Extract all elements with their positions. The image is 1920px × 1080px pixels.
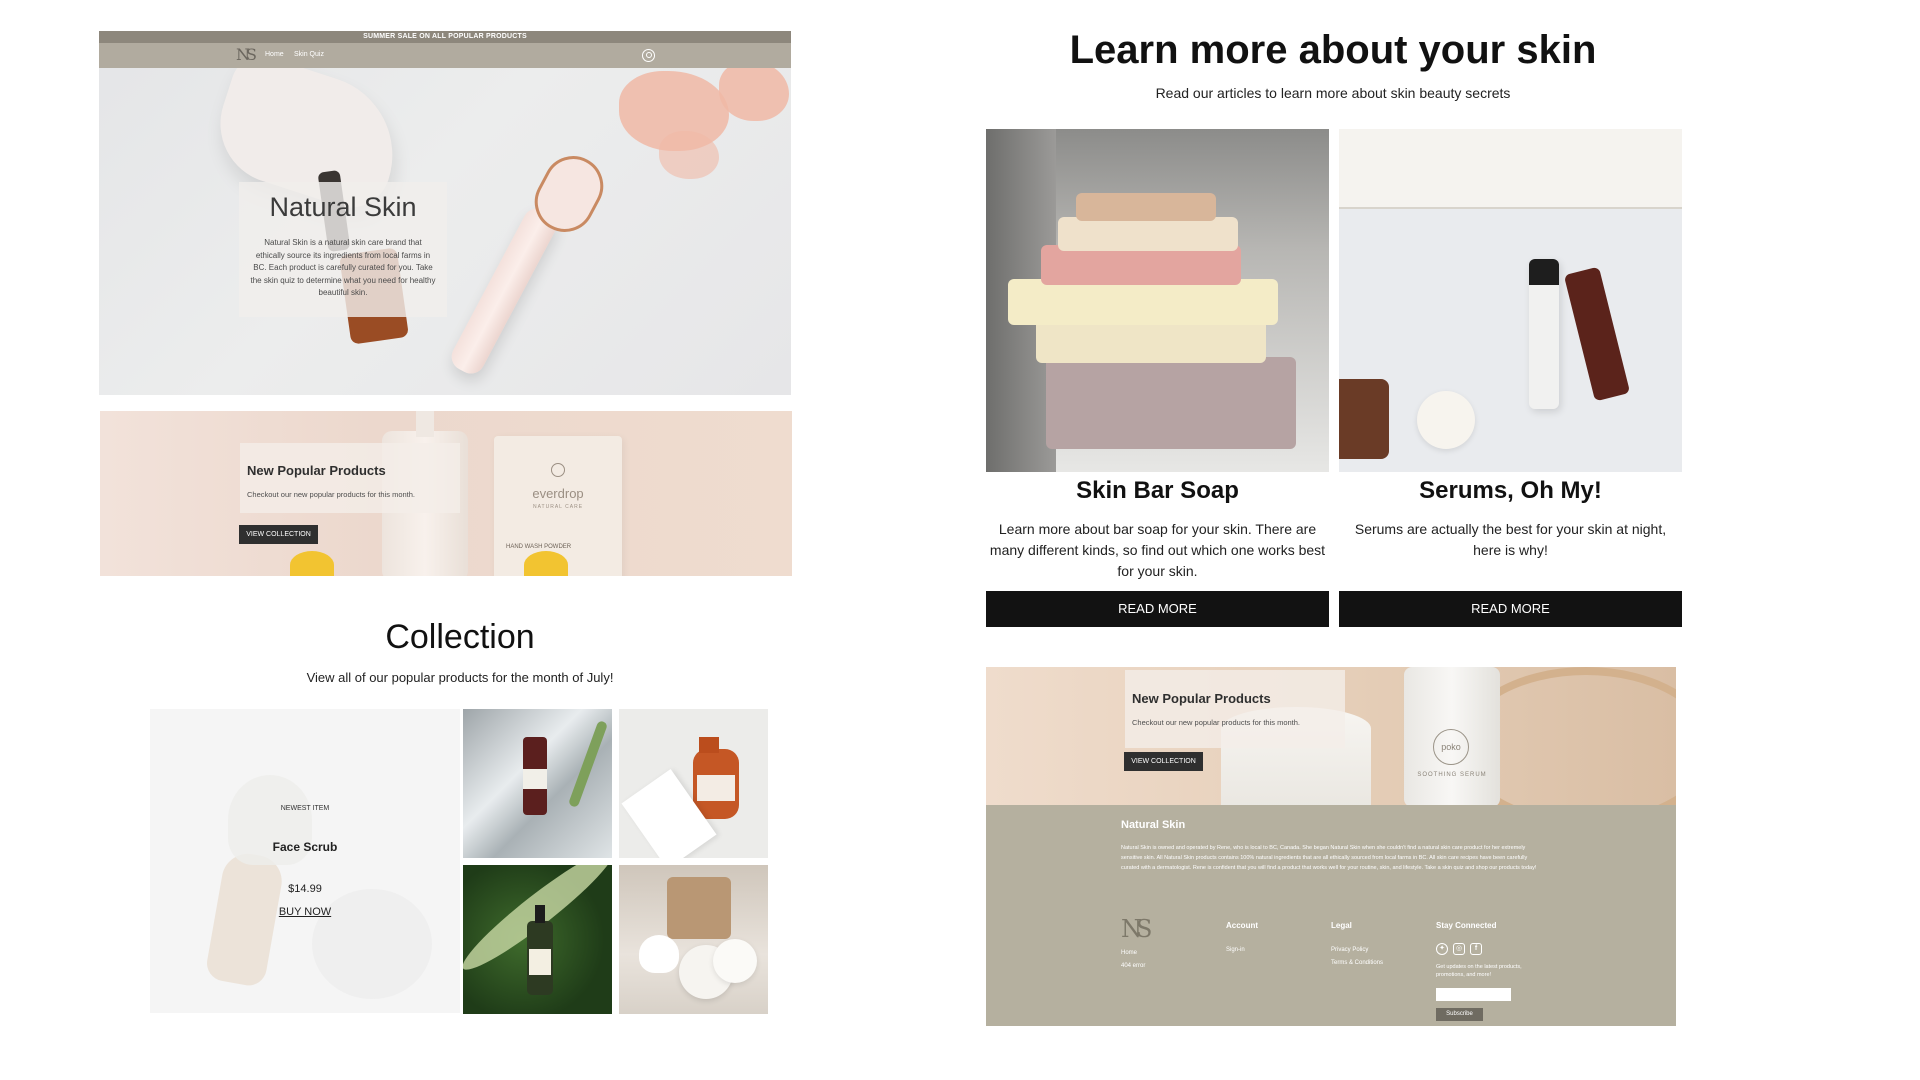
- bottle-label-image: [523, 769, 547, 789]
- soap-bar-image: [1041, 245, 1241, 285]
- pump-cap-image: [416, 411, 434, 437]
- newest-item-badge: NEWEST ITEM: [280, 805, 330, 812]
- footer-link-home[interactable]: Home: [1121, 950, 1137, 956]
- tube-brand: poko: [1433, 729, 1469, 765]
- soap-bar-image: [1046, 357, 1296, 449]
- product-name: Face Scrub: [272, 840, 338, 854]
- footer-link-signin[interactable]: Sign-in: [1226, 947, 1245, 953]
- soap-bar-image: [1058, 217, 1238, 251]
- product-price: $14.99: [288, 883, 322, 895]
- footer-link-404[interactable]: 404 error: [1121, 963, 1145, 969]
- article-text-serums: Serums are actually the best for your sk…: [1354, 521, 1667, 558]
- jar-image: [667, 877, 731, 939]
- twitter-icon[interactable]: ✦: [1436, 943, 1448, 955]
- promo-banner: SUMMER SALE ON ALL POPULAR PRODUCTS: [99, 31, 791, 43]
- popular-title: New Popular Products: [1132, 691, 1271, 706]
- view-collection-button[interactable]: VIEW COLLECTION: [1124, 752, 1203, 771]
- hero-section: SUMMER SALE ON ALL POPULAR PRODUCTS NS H…: [99, 31, 791, 395]
- soap-bar-image: [1008, 279, 1278, 325]
- article-text-soap: Learn more about bar soap for your skin.…: [989, 521, 1326, 579]
- article-image-soap[interactable]: [986, 129, 1329, 472]
- footer-heading-legal: Legal: [1331, 921, 1352, 930]
- book-image: [1339, 129, 1682, 209]
- dropper-cap-image: [535, 905, 545, 923]
- product-tile-amber-bottle[interactable]: [619, 709, 768, 858]
- lemon-image: [524, 551, 568, 576]
- cotton-pad-image: [1417, 391, 1475, 449]
- email-field[interactable]: [1436, 988, 1511, 1001]
- top-nav: NS Home Skin Quiz: [99, 43, 791, 68]
- collection-title: Collection: [385, 618, 535, 656]
- shaving-brush-image: [204, 849, 286, 989]
- account-icon[interactable]: [642, 49, 655, 62]
- serum-bottle-brown-image: [1563, 266, 1631, 402]
- facebook-icon[interactable]: f: [1470, 943, 1482, 955]
- compact-image: [1339, 379, 1389, 459]
- featured-product-card[interactable]: NEWEST ITEM Face Scrub $14.99 BUY NOW: [150, 709, 460, 1013]
- nav-link-skin-quiz[interactable]: Skin Quiz: [294, 51, 324, 58]
- hero-description: Natural Skin is a natural skin care bran…: [250, 238, 436, 297]
- footer-heading-connect: Stay Connected: [1436, 921, 1497, 930]
- popular-products-banner: poko SOOTHING SERUM New Popular Products…: [986, 667, 1676, 805]
- footer-link-privacy[interactable]: Privacy Policy: [1331, 947, 1368, 953]
- serum-tube-image: poko SOOTHING SERUM: [1404, 667, 1500, 805]
- footer-heading-account: Account: [1226, 921, 1258, 930]
- popular-text: Checkout our new popular products for th…: [1132, 718, 1301, 727]
- footer-about: Natural Skin is owned and operated by Re…: [1121, 845, 1537, 871]
- bottle-cap-image: [699, 737, 719, 753]
- footer-logo[interactable]: NS: [1121, 915, 1153, 943]
- articles-title: Learn more about your skin: [1069, 28, 1597, 72]
- popular-card: New Popular Products Checkout our new po…: [1125, 670, 1345, 748]
- soap-bar-image: [1076, 193, 1216, 221]
- popular-card: New Popular Products Checkout our new po…: [240, 443, 460, 513]
- leaf-image: [567, 720, 609, 808]
- hero-card: Natural Skin Natural Skin is a natural s…: [239, 182, 447, 317]
- site-footer: Natural Skin Natural Skin is owned and o…: [986, 805, 1676, 1026]
- popular-products-banner: everdrop NATURAL CARE HAND WASH POWDER N…: [100, 411, 792, 576]
- bottle-label-image: [529, 949, 551, 975]
- popular-text: Checkout our new popular products for th…: [247, 490, 416, 499]
- hero-title: Natural Skin: [269, 192, 417, 222]
- buy-now-link[interactable]: BUY NOW: [150, 906, 460, 918]
- lemon-image: [290, 551, 334, 576]
- brand-logo[interactable]: NS: [236, 45, 257, 64]
- nav-link-home[interactable]: Home: [265, 51, 284, 58]
- read-more-button[interactable]: READ MORE: [986, 591, 1329, 627]
- articles-subtitle: Read our articles to learn more about sk…: [1155, 85, 1511, 101]
- crystal-image: [719, 61, 789, 121]
- read-more-button[interactable]: READ MORE: [1339, 591, 1682, 627]
- instagram-icon[interactable]: ◎: [1453, 943, 1465, 955]
- product-tile-dropper-bottle[interactable]: [463, 865, 612, 1014]
- article-image-serums[interactable]: [1339, 129, 1682, 472]
- cotton-pad-image: [713, 939, 757, 983]
- pouch-subtitle: NATURAL CARE: [532, 504, 584, 510]
- subscribe-button[interactable]: Subscribe: [1436, 1008, 1483, 1021]
- bottle-label-image: [697, 775, 735, 801]
- pouch-label: HAND WASH POWDER: [506, 544, 572, 550]
- footer-title: Natural Skin: [1121, 819, 1186, 831]
- pouch-brand: everdrop: [532, 486, 584, 501]
- footer-link-terms[interactable]: Terms & Conditions: [1331, 960, 1383, 966]
- product-tile-cotton-pads[interactable]: [619, 865, 768, 1014]
- popular-title: New Popular Products: [247, 463, 386, 478]
- product-tile-serum-bottle[interactable]: [463, 709, 612, 858]
- view-collection-button[interactable]: VIEW COLLECTION: [239, 525, 318, 544]
- tube-subtitle: SOOTHING SERUM: [1417, 772, 1487, 778]
- pouch-logo-icon: [551, 463, 565, 477]
- article-title-soap: Skin Bar Soap: [1076, 477, 1239, 504]
- flower-image: [639, 935, 679, 973]
- bottle-cap-image: [1529, 259, 1559, 285]
- collection-subtitle: View all of our popular products for the…: [306, 670, 614, 685]
- article-title-serums: Serums, Oh My!: [1419, 477, 1602, 504]
- face-roller-image: [446, 203, 562, 379]
- footer-connect-text: Get updates on the latest products, prom…: [1436, 964, 1522, 978]
